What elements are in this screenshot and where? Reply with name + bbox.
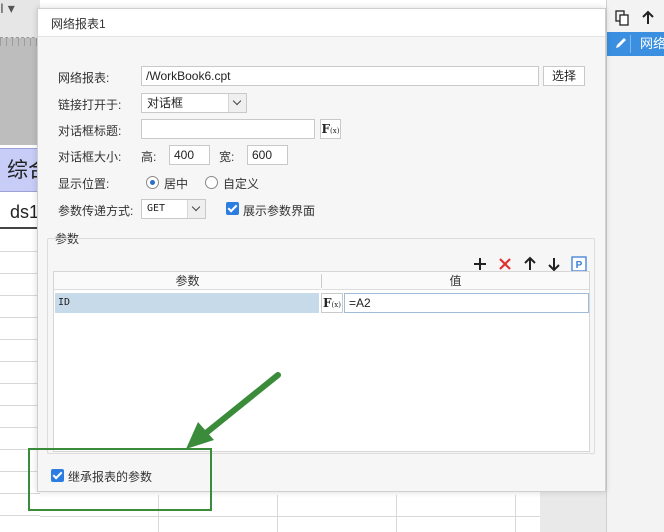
arrow-up-icon[interactable]	[639, 10, 657, 28]
dialog-title-label: 对话框标题:	[58, 124, 122, 138]
formula-icon[interactable]: F(x)	[321, 293, 343, 313]
move-up-icon[interactable]	[522, 256, 538, 272]
dialog-size-label: 对话框大小:	[58, 150, 122, 164]
position-center-radio[interactable]	[146, 176, 159, 189]
col-header-param[interactable]: 参数	[54, 272, 321, 290]
col-header-value[interactable]: 值	[322, 272, 589, 290]
position-custom-radio[interactable]	[205, 176, 218, 189]
side-item-network-report[interactable]: 网络	[607, 32, 664, 56]
choose-button[interactable]: 选择	[543, 66, 585, 86]
report-label: 网络报表:	[58, 71, 110, 85]
annotation-highlight-box	[28, 448, 212, 511]
param-method-value: GET	[147, 203, 166, 214]
hyperlink-side-panel: 网络	[606, 0, 664, 532]
network-report-dialog: 网络报表1 网络报表: /WorkBook6.cpt 选择 链接打开于: 对话框…	[37, 8, 606, 492]
param-method-select[interactable]: GET	[141, 199, 206, 219]
position-center-label: 居中	[164, 177, 189, 191]
move-down-icon[interactable]	[546, 256, 562, 272]
open-in-select[interactable]: 对话框	[141, 93, 247, 113]
param-method-label: 参数传递方式:	[58, 204, 134, 218]
param-name-cell[interactable]: ID	[55, 293, 319, 313]
open-in-value: 对话框	[147, 96, 184, 110]
dialog-title: 网络报表1	[51, 17, 106, 31]
width-label: 宽:	[219, 150, 235, 164]
side-toolbar	[607, 6, 664, 32]
dialog-title-field[interactable]	[141, 119, 315, 139]
edit-icon	[613, 35, 631, 53]
svg-text:P: P	[576, 260, 583, 271]
show-param-ui-checkbox[interactable]	[226, 202, 239, 215]
show-param-ui-label: 展示参数界面	[243, 204, 316, 218]
ruler-ticks	[0, 38, 40, 46]
sheet-dataset-cell[interactable]: ds1	[0, 195, 40, 229]
parameter-icon[interactable]: P	[571, 256, 587, 272]
height-field[interactable]: 400	[169, 145, 210, 165]
position-custom-label: 自定义	[223, 177, 260, 191]
cursor-indicator: I ▾	[0, 0, 15, 16]
report-path-field[interactable]: /WorkBook6.cpt	[141, 66, 539, 86]
table-row[interactable]: ID F(x) =A2	[54, 293, 589, 313]
sheet-title-cell[interactable]: 综合	[0, 148, 40, 192]
delete-icon[interactable]	[497, 256, 513, 272]
side-item-label: 网络	[640, 36, 664, 51]
position-label: 显示位置:	[58, 177, 110, 191]
open-in-label: 链接打开于:	[58, 98, 122, 112]
param-table: 参数 值 ID F(x) =A2	[53, 271, 590, 452]
chevron-down-icon	[228, 94, 246, 112]
width-field[interactable]: 600	[247, 145, 288, 165]
chevron-down-icon	[187, 200, 205, 218]
copy-icon[interactable]	[613, 10, 631, 28]
param-value-cell[interactable]: =A2	[344, 293, 589, 313]
add-icon[interactable]	[472, 256, 488, 272]
dialog-title-bar: 网络报表1	[38, 9, 605, 37]
height-label: 高:	[141, 150, 157, 164]
formula-icon[interactable]: F(x)	[320, 119, 341, 139]
